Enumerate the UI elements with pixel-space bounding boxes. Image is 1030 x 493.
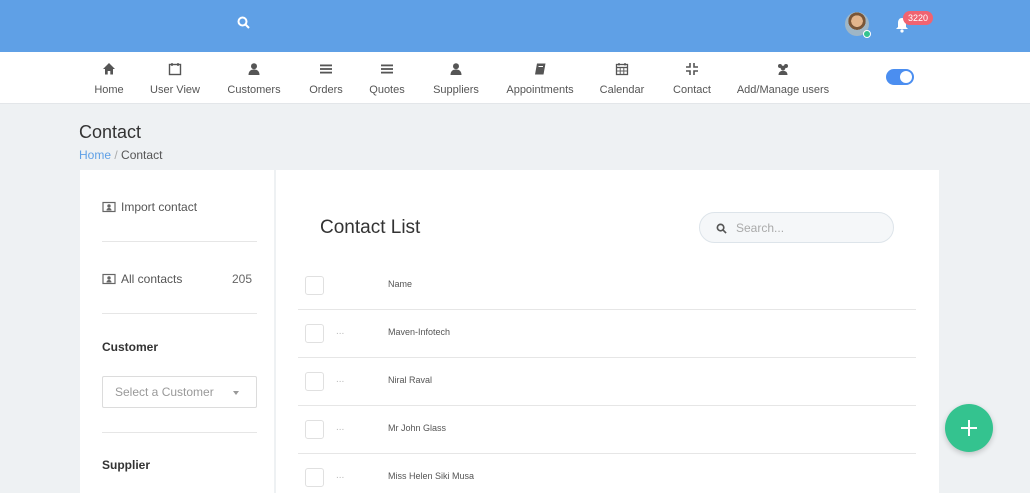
table-row[interactable]: ... Mr John Glass (298, 406, 916, 454)
home-icon (103, 63, 115, 75)
breadcrumb-current: Contact (121, 148, 163, 162)
nav-label: Appointments (506, 84, 574, 96)
contact-name[interactable]: Miss Helen Siki Musa (388, 471, 474, 481)
divider (102, 241, 257, 242)
row-checkbox[interactable] (305, 420, 324, 439)
contact-list-panel: Contact List Name ... Maven-Infotech ...… (276, 170, 939, 493)
nav-item-user-view[interactable]: User View (147, 52, 203, 104)
row-checkbox[interactable] (305, 372, 324, 391)
breadcrumb-separator: / (114, 148, 118, 162)
nav-label: Orders (309, 84, 343, 96)
nav-item-contact[interactable]: Contact (671, 52, 713, 104)
customer-heading: Customer (102, 340, 159, 354)
contact-card-icon (102, 273, 116, 285)
search-icon (716, 223, 727, 234)
nav-item-add-manage-users[interactable]: Add/Manage users (736, 52, 830, 104)
bars-icon (381, 64, 393, 74)
contact-card-icon (102, 201, 116, 213)
divider (102, 313, 257, 314)
add-contact-button[interactable] (945, 404, 993, 452)
supplier-heading: Supplier (102, 458, 151, 472)
nav-item-customers[interactable]: Customers (224, 52, 284, 104)
nav-item-suppliers[interactable]: Suppliers (431, 52, 481, 104)
customer-select[interactable]: Select a Customer (102, 376, 257, 408)
nav-label: Home (94, 84, 124, 96)
book-icon (535, 63, 546, 75)
row-checkbox[interactable] (305, 468, 324, 487)
nav-label: User View (150, 84, 200, 96)
user-icon (450, 63, 462, 75)
select-all-checkbox[interactable] (305, 276, 324, 295)
breadcrumb-home-link[interactable]: Home (79, 148, 111, 162)
nav-label: Suppliers (433, 84, 479, 96)
calendar-icon (615, 63, 629, 76)
row-checkbox[interactable] (305, 324, 324, 343)
table-row[interactable]: ... Niral Raval (298, 358, 916, 406)
calendar-outline-icon (168, 63, 182, 76)
users-icon (778, 64, 788, 75)
all-contacts-count: 205 (231, 272, 252, 286)
all-contacts-link[interactable]: All contacts (102, 272, 182, 286)
search-icon[interactable] (236, 15, 252, 31)
column-header-name[interactable]: Name (388, 279, 412, 289)
customer-select-value: Select a Customer (115, 385, 214, 399)
table-row[interactable]: ... Maven-Infotech (298, 310, 916, 358)
divider (102, 432, 257, 433)
contact-name[interactable]: Niral Raval (388, 375, 432, 385)
search-box[interactable] (699, 212, 894, 243)
page-title: Contact (79, 122, 142, 142)
nav-label: Contact (673, 84, 711, 96)
notification-badge[interactable]: 3220 (903, 11, 934, 25)
table-header-row: Name (298, 262, 916, 310)
all-contacts-label: All contacts (121, 272, 183, 286)
row-actions[interactable]: ... (336, 422, 344, 433)
contact-list-title: Contact List (320, 217, 421, 238)
breadcrumb: Home / Contact (79, 148, 162, 162)
bars-icon (320, 64, 332, 74)
avatar[interactable] (845, 12, 871, 38)
nav-label: Customers (227, 84, 281, 96)
filter-sidebar: Import contact All contacts 205 Customer… (80, 170, 274, 493)
nav-item-orders[interactable]: Orders (305, 52, 347, 104)
top-bar: 3220 (0, 0, 1030, 52)
table-row[interactable]: ... Miss Helen Siki Musa (298, 454, 916, 493)
contact-name[interactable]: Mr John Glass (388, 423, 446, 433)
contact-name[interactable]: Maven-Infotech (388, 327, 450, 337)
import-contact-label: Import contact (121, 200, 198, 214)
nav-item-appointments[interactable]: Appointments (504, 52, 576, 104)
layout-toggle[interactable] (886, 69, 914, 85)
nav-item-quotes[interactable]: Quotes (366, 52, 408, 104)
caret-down-icon (233, 391, 239, 395)
nav-label: Add/Manage users (736, 84, 830, 96)
online-status-dot (863, 30, 871, 38)
nav-label: Quotes (369, 84, 405, 96)
compress-icon (686, 63, 698, 75)
row-actions[interactable]: ... (336, 374, 344, 385)
row-actions[interactable]: ... (336, 470, 344, 481)
user-icon (248, 63, 260, 75)
nav-label: Calendar (599, 84, 645, 96)
import-contact-link[interactable]: Import contact (102, 200, 197, 214)
row-actions[interactable]: ... (336, 326, 344, 337)
nav-item-home[interactable]: Home (87, 52, 131, 104)
nav-item-calendar[interactable]: Calendar (598, 52, 646, 104)
main-nav: Home User View Customers Orders Quotes S… (0, 52, 1030, 104)
search-input[interactable] (736, 219, 876, 237)
